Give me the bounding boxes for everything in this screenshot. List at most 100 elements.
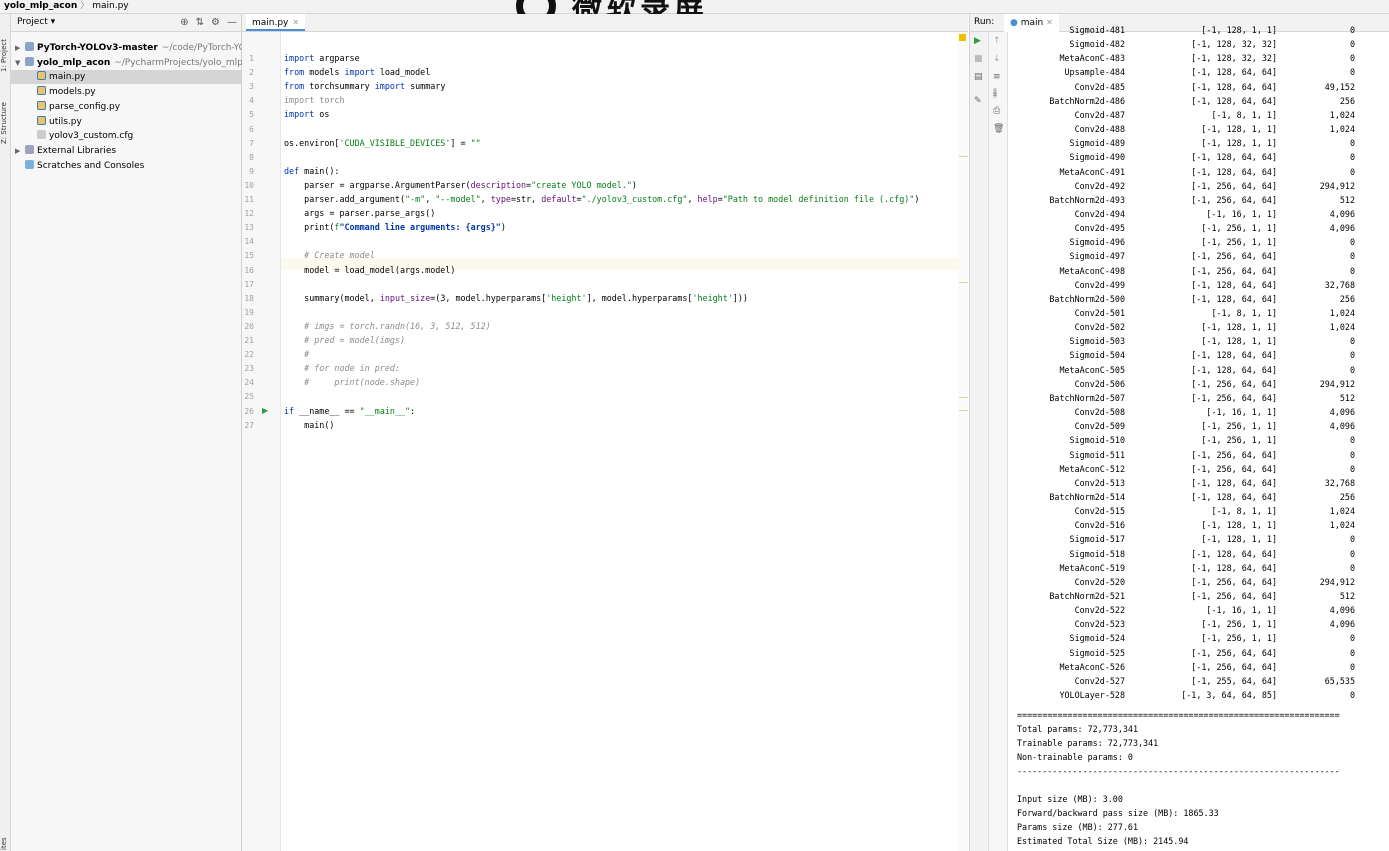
chevron-right-icon[interactable]: ▶ [15,41,25,55]
code-line[interactable]: def main(): [284,165,339,177]
output-shape: [-1, 256, 64, 64] [1191,661,1277,672]
tree-item[interactable]: yolov3_custom.cfg [37,129,133,143]
locate-icon[interactable]: ⊕ [180,14,188,31]
layer-name: Conv2d-513 [1074,477,1125,488]
soft-wrap-icon[interactable]: ≡ [993,72,1001,82]
tree-item[interactable]: parse_config.py [37,100,120,114]
scroll-up-icon[interactable]: ↑ [993,36,1001,46]
summary-row: YOLOLayer-528 [-1, 3, 64, 64, 85] 0 [1017,688,1367,702]
run-gutter-icon[interactable]: ▶ [262,406,268,415]
param-count: 4,096 [1329,605,1355,616]
layer-name: Sigmoid-496 [1069,237,1125,248]
layer-name: Conv2d-492 [1074,180,1125,191]
breadcrumb-project[interactable]: yolo_mlp_acon [0,1,77,11]
param-count: 1,024 [1329,322,1355,333]
param-count: 0 [1349,633,1355,644]
line-number: 19 [244,307,254,317]
output-shape: [-1, 256, 64, 64] [1191,647,1277,658]
gear-icon[interactable]: ⚙ [211,14,220,31]
output-shape: [-1, 128, 1, 1] [1201,25,1277,35]
print-icon[interactable]: ⎙ [993,106,1000,116]
summary-row: BatchNorm2d-514 [-1, 128, 64, 64] 256 [1017,490,1367,504]
tree-item[interactable]: ▶ External Libraries [15,144,116,158]
stop-icon[interactable]: ■ [974,54,983,64]
summary-row: MetaAconC-491 [-1, 128, 64, 64] 0 [1017,165,1367,179]
param-count: 0 [1349,138,1355,149]
param-count: 0 [1349,67,1355,78]
structure-tool-tab[interactable]: Z: Structure [0,84,10,144]
clear-all-icon[interactable]: 🗑 [993,124,1004,134]
line-number: 16 [244,265,254,275]
hide-icon[interactable]: — [227,14,237,31]
summary-row: Conv2d-509 [-1, 256, 1, 1] 4,096 [1017,419,1367,433]
scratches-icon [25,160,34,169]
chevron-down-icon[interactable]: ▼ [15,56,25,70]
tree-item[interactable]: ▶ PyTorch-YOLOv3-master ~/code/PyTorch-YOL… [15,41,263,55]
layer-name: Sigmoid-503 [1069,336,1125,347]
tree-item[interactable]: Scratches and Consoles [15,159,144,173]
scroll-down-icon[interactable]: ↓ [993,54,1001,64]
output-shape: [-1, 128, 1, 1] [1201,534,1277,545]
code-line[interactable]: # [284,348,309,360]
python-file-icon [37,86,46,95]
layout-icon[interactable]: ▤ [974,72,983,82]
breadcrumb-separator: 〉 [80,1,90,11]
pin-icon[interactable]: ✎ [974,96,982,106]
collapse-all-icon[interactable]: ⇅ [196,14,204,31]
output-shape: [-1, 8, 1, 1] [1211,506,1277,517]
layer-name: Conv2d-509 [1074,421,1125,432]
code-line[interactable]: # pred = model(imgs) [284,334,405,346]
code-line[interactable]: import argparse [284,52,360,64]
code-line[interactable]: import torch [284,94,345,106]
output-shape: [-1, 256, 64, 64] [1191,251,1277,262]
code-line[interactable]: # for node in pred: [284,362,400,374]
code-line[interactable]: summary(model, input_size=(3, model.hype… [284,292,748,304]
project-tool-tab[interactable]: 1: Project [0,22,10,72]
param-count: 1,024 [1329,109,1355,120]
layer-name: Conv2d-499 [1074,279,1125,290]
code-line[interactable]: args = parser.parse_args() [284,207,435,219]
code-line[interactable]: main() [284,419,334,431]
code-line[interactable]: if __name__ == "__main__": [284,405,415,417]
output-shape: [-1, 128, 64, 64] [1191,95,1277,106]
tree-item[interactable]: main.py [11,70,241,84]
param-count: 4,096 [1329,421,1355,432]
layer-name: Conv2d-516 [1074,520,1125,531]
layer-name: MetaAconC-519 [1059,562,1125,573]
output-shape: [-1, 128, 64, 64] [1191,152,1277,163]
tree-item[interactable]: models.py [37,85,96,99]
inspection-warning-icon[interactable] [959,34,966,41]
code-line[interactable]: # imgs = torch.randn(16, 3, 512, 512) [284,320,491,332]
breadcrumb-file[interactable]: main.py [92,1,128,11]
code-line[interactable]: from torchsummary import summary [284,80,445,92]
code-line[interactable]: os.environ['CUDA_VISIBLE_DEVICES'] = "" [284,137,481,149]
param-count: 256 [1339,95,1355,106]
output-shape: [-1, 256, 64, 64] [1191,392,1277,403]
code-line[interactable]: parser = argparse.ArgumentParser(descrip… [284,179,637,191]
code-line[interactable]: import os [284,108,329,120]
output-shape: [-1, 256, 1, 1] [1201,421,1277,432]
output-shape: [-1, 256, 1, 1] [1201,237,1277,248]
chevron-right-icon[interactable]: ▶ [15,144,25,158]
output-shape: [-1, 128, 64, 64] [1191,491,1277,502]
summary-row: Conv2d-513 [-1, 128, 64, 64] 32,768 [1017,476,1367,490]
tab-main-py[interactable]: main.py ✕ [246,14,306,31]
summary-row: BatchNorm2d-521 [-1, 256, 64, 64] 512 [1017,589,1367,603]
close-tab-icon[interactable]: ✕ [292,18,299,27]
favorites-tool-tab[interactable]: ites [0,832,10,850]
code-line[interactable]: model = load_model(args.model) [284,264,455,276]
rerun-icon[interactable]: ▶ [974,36,981,46]
code-line[interactable]: # Create model [284,249,375,261]
code-line[interactable]: from models import load_model [284,66,430,78]
code-line[interactable]: # print(node.shape) [284,376,420,388]
tree-item[interactable]: utils.py [37,115,82,129]
output-shape: [-1, 128, 32, 32] [1191,39,1277,50]
code-line[interactable]: parser.add_argument("-m", "--model", typ… [284,193,919,205]
tree-item[interactable]: ▼ yolo_mlp_acon ~/PycharmProjects/yolo_mlp… [15,56,269,70]
summary-row: Sigmoid-482 [-1, 128, 32, 32] 0 [1017,37,1367,51]
summary-row: Conv2d-522 [-1, 16, 1, 1] 4,096 [1017,603,1367,617]
summary-row: BatchNorm2d-493 [-1, 256, 64, 64] 512 [1017,193,1367,207]
project-view-selector[interactable]: Project ▾ [17,14,55,31]
code-line[interactable]: print(f"Command line arguments: {args}") [284,221,506,233]
scroll-to-end-icon[interactable]: ⤓ [993,88,997,98]
